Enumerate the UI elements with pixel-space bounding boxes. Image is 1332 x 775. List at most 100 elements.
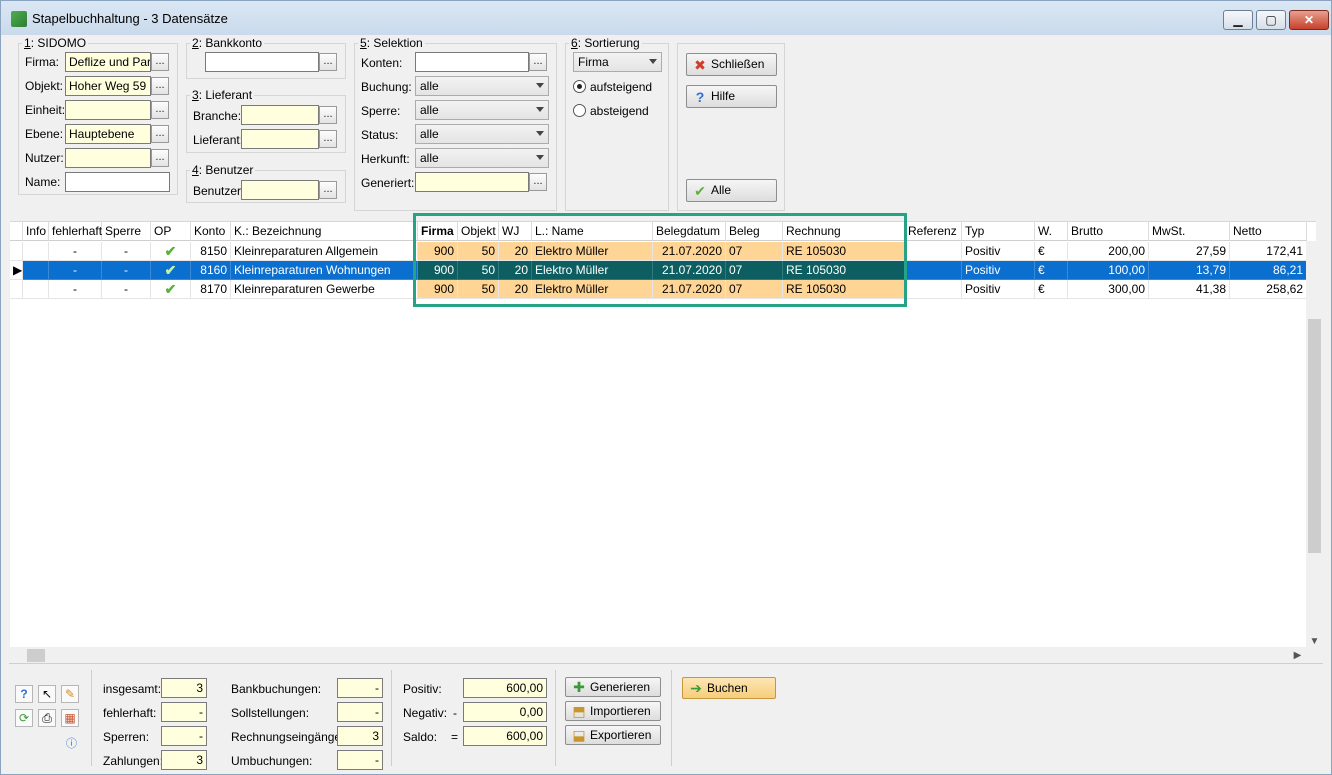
close-window-button[interactable]: ✕ — [1289, 10, 1329, 30]
objekt-field[interactable]: Hoher Weg 59 - — [65, 76, 151, 96]
buchung-select[interactable]: alle — [415, 76, 549, 96]
import-icon: ⬒ — [572, 703, 586, 719]
konten-browse-button[interactable]: ... — [529, 53, 547, 71]
exportieren-button[interactable]: ⬓ Exportieren — [565, 725, 661, 745]
scroll-down-icon[interactable]: ▼ — [1306, 633, 1323, 650]
positiv-label: Positiv: — [403, 682, 442, 696]
title-bar: Stapelbuchhaltung - 3 Datensätze ▁ ▢ ✕ — [1, 1, 1331, 35]
konten-field[interactable] — [415, 52, 529, 72]
column-header-fehlerhaft[interactable]: fehlerhaft — [49, 222, 102, 241]
column-header-firma[interactable]: Firma — [418, 222, 458, 241]
minimize-button[interactable]: ▁ — [1223, 10, 1253, 30]
chevron-down-icon — [536, 83, 544, 88]
column-header-info[interactable]: Info — [23, 222, 49, 241]
branche-field[interactable] — [241, 105, 319, 125]
scroll-right-icon[interactable]: ▶ — [1289, 647, 1306, 664]
firma-label: Firma: — [25, 55, 59, 69]
column-header-brutto[interactable]: Brutto — [1068, 222, 1149, 241]
maximize-button[interactable]: ▢ — [1256, 10, 1286, 30]
cell-netto: 258,62 — [1230, 280, 1307, 299]
info-icon[interactable]: ⓘ — [66, 735, 77, 751]
schliessen-label: Schließen — [711, 57, 765, 71]
data-grid[interactable]: Info fehlerhaft Sperre OP Konto K.: Beze… — [10, 221, 1316, 651]
sollstellungen-label: Sollstellungen: — [231, 706, 310, 720]
lieferant-browse-button[interactable]: ... — [319, 130, 337, 148]
bankkonto-field[interactable] — [205, 52, 319, 72]
sort-desc-radio[interactable] — [573, 104, 586, 117]
status-select[interactable]: alle — [415, 124, 549, 144]
column-header-wj[interactable]: WJ — [499, 222, 532, 241]
divider — [671, 670, 672, 766]
bankkonto-browse-button[interactable]: ... — [319, 53, 337, 71]
lieferant-field[interactable] — [241, 129, 319, 149]
generiert-field[interactable] — [415, 172, 529, 192]
benutzer-browse-button[interactable]: ... — [319, 181, 337, 199]
sort-desc-label[interactable]: absteigend — [590, 104, 649, 118]
benutzer-field[interactable] — [241, 180, 319, 200]
horizontal-scroll-thumb[interactable] — [27, 649, 45, 662]
close-icon: ✕ — [1303, 13, 1315, 27]
ebene-browse-button[interactable]: ... — [151, 125, 169, 143]
sidomo-group-title: 1: SIDOMO — [22, 36, 89, 50]
sperre-select[interactable]: alle — [415, 100, 549, 120]
schliessen-button[interactable]: ✖ Schließen — [686, 53, 777, 76]
table-row[interactable]: - - ✔ 8170 Kleinreparaturen Gewerbe 900 … — [10, 280, 1316, 299]
cell-typ: Positiv — [962, 242, 1035, 261]
column-header-referenz[interactable]: Referenz — [905, 222, 962, 241]
column-header-bezeichnung[interactable]: K.: Bezeichnung — [231, 222, 418, 241]
ebene-field[interactable]: Hauptebene — [65, 124, 151, 144]
column-header-op[interactable]: OP — [151, 222, 191, 241]
column-header-mwst[interactable]: MwSt. — [1149, 222, 1230, 241]
table-row-selected[interactable]: ▶ - - ✔ 8160 Kleinreparaturen Wohnungen … — [10, 261, 1316, 280]
column-header-typ[interactable]: Typ — [962, 222, 1035, 241]
generiert-browse-button[interactable]: ... — [529, 173, 547, 191]
vertical-scrollbar[interactable]: ▼ — [1306, 241, 1323, 651]
pencil-icon[interactable]: ✎ — [61, 685, 79, 703]
column-header-waehrung[interactable]: W. — [1035, 222, 1068, 241]
generieren-button[interactable]: ✚ Generieren — [565, 677, 661, 697]
herkunft-select[interactable]: alle — [415, 148, 549, 168]
alle-button[interactable]: ✔ Alle — [686, 179, 777, 202]
column-header-konto[interactable]: Konto — [191, 222, 231, 241]
sort-field-select[interactable]: Firma — [573, 52, 662, 72]
hilfe-button[interactable]: ? Hilfe — [686, 85, 777, 108]
table-row[interactable]: - - ✔ 8150 Kleinreparaturen Allgemein 90… — [10, 242, 1316, 261]
footer-panel: ? ↖ ✎ ⟳ ⎙ ▦ ⓘ insgesamt: 3 fehlerhaft: -… — [9, 663, 1323, 770]
objekt-browse-button[interactable]: ... — [151, 77, 169, 95]
help-icon[interactable]: ? — [15, 685, 33, 703]
minimize-icon: ▁ — [1233, 13, 1243, 27]
column-header-belegdatum[interactable]: Belegdatum — [653, 222, 726, 241]
nutzer-browse-button[interactable]: ... — [151, 149, 169, 167]
cell-mwst: 27,59 — [1149, 242, 1230, 261]
refresh-icon[interactable]: ⟳ — [15, 709, 33, 727]
grid-settings-icon[interactable]: ▦ — [61, 709, 79, 727]
firma-field[interactable]: Deflize und Partr — [65, 52, 151, 72]
column-header-lname[interactable]: L.: Name — [532, 222, 653, 241]
bankbuchungen-label: Bankbuchungen: — [231, 682, 322, 696]
cell-fehlerhaft: - — [49, 280, 102, 299]
importieren-button[interactable]: ⬒ Importieren — [565, 701, 661, 721]
column-header-sperre[interactable]: Sperre — [102, 222, 151, 241]
einheit-label: Einheit: — [25, 103, 66, 117]
column-header-rechnung[interactable]: Rechnung — [783, 222, 905, 241]
name-field[interactable] — [65, 172, 170, 192]
sort-asc-radio[interactable] — [573, 80, 586, 93]
column-header-objekt[interactable]: Objekt — [458, 222, 499, 241]
sperre-label: Sperre: — [361, 104, 401, 118]
branche-browse-button[interactable]: ... — [319, 106, 337, 124]
column-header-netto[interactable]: Netto — [1230, 222, 1307, 241]
column-header-beleg[interactable]: Beleg — [726, 222, 783, 241]
vertical-scroll-thumb[interactable] — [1308, 319, 1321, 553]
print-icon[interactable]: ⎙ — [38, 709, 56, 727]
einheit-browse-button[interactable]: ... — [151, 101, 169, 119]
nutzer-field[interactable] — [65, 148, 151, 168]
einheit-field[interactable] — [65, 100, 151, 120]
sort-asc-label[interactable]: aufsteigend — [590, 80, 652, 94]
maximize-icon: ▢ — [1265, 13, 1277, 27]
pointer-icon[interactable]: ↖ — [38, 685, 56, 703]
cell-firma: 900 — [418, 242, 458, 261]
lieferant-title-text: : Lieferant — [198, 88, 253, 102]
horizontal-scrollbar[interactable]: ▶ — [10, 647, 1306, 664]
buchen-button[interactable]: ➔ Buchen — [682, 677, 776, 699]
firma-browse-button[interactable]: ... — [151, 53, 169, 71]
